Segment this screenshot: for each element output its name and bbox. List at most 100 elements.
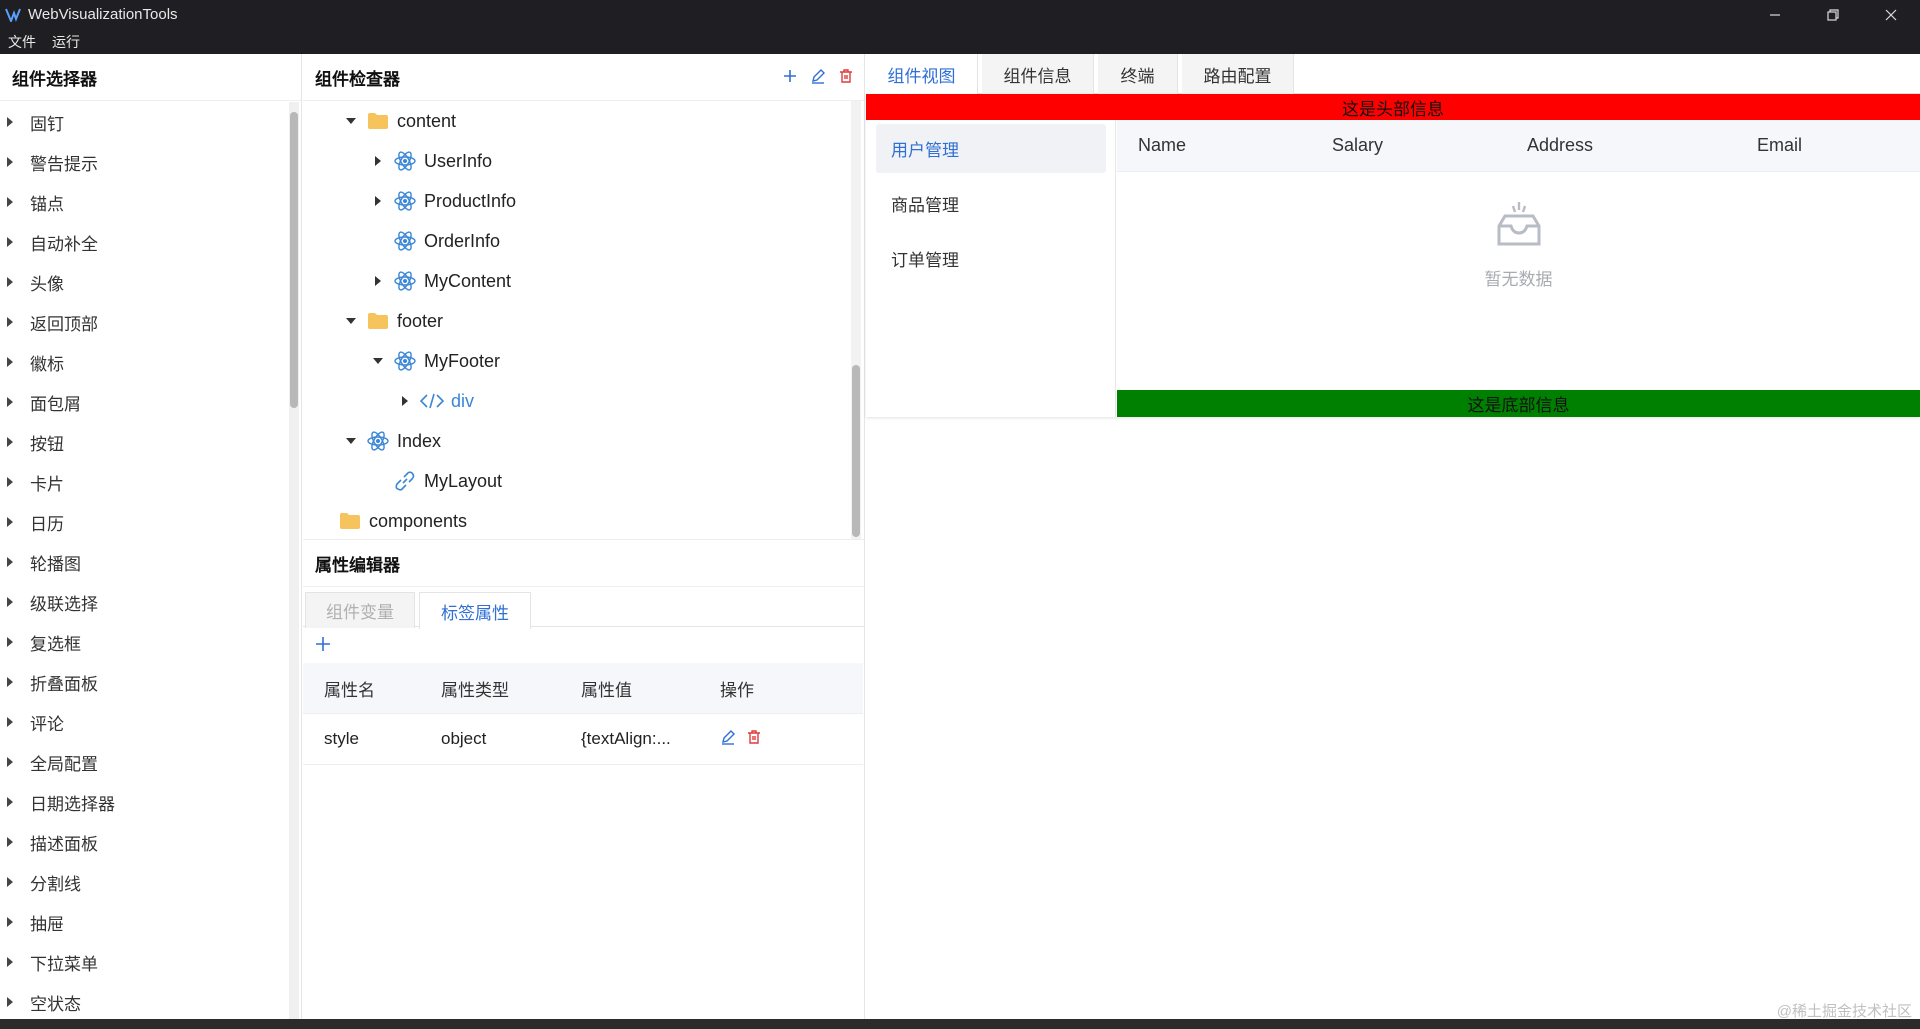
attribute-table-header: 属性名 属性类型 属性值 操作: [303, 663, 863, 714]
component-list-item-label: 徽标: [30, 354, 64, 374]
menu-item-order-management[interactable]: 订单管理: [876, 234, 1106, 283]
component-list-item[interactable]: 固钉: [0, 102, 290, 142]
caret-right-icon[interactable]: [393, 396, 417, 406]
caret-right-icon[interactable]: [366, 196, 390, 206]
tree-node-label: MyLayout: [424, 470, 503, 491]
component-list-item[interactable]: 评论: [0, 702, 290, 742]
component-list-item[interactable]: 复选框: [0, 622, 290, 662]
component-list-item-label: 日期选择器: [30, 794, 115, 814]
tree-node[interactable]: OrderInfo: [366, 221, 500, 261]
caret-down-icon[interactable]: [366, 358, 390, 364]
app-logo-icon: [2, 0, 24, 29]
tree-node[interactable]: MyLayout: [366, 461, 502, 501]
caret-right-icon: [0, 317, 30, 327]
caret-right-icon: [0, 837, 30, 847]
component-list-item[interactable]: 返回顶部: [0, 302, 290, 342]
left-scrollbar[interactable]: [289, 102, 299, 1022]
edit-icon[interactable]: [720, 729, 736, 750]
attribute-table: 属性名 属性类型 属性值 操作 style object {textAlign:…: [303, 663, 863, 765]
empty-state-text: 暂无数据: [1484, 270, 1553, 289]
tree-node[interactable]: div: [393, 381, 474, 421]
restore-button[interactable]: [1804, 0, 1862, 29]
component-list-item[interactable]: 级联选择: [0, 582, 290, 622]
component-list-item-label: 返回顶部: [30, 314, 98, 334]
delete-icon[interactable]: [838, 68, 854, 89]
component-list-item[interactable]: 日期选择器: [0, 782, 290, 822]
component-list-item[interactable]: 按钮: [0, 422, 290, 462]
tab-component-info[interactable]: 组件信息: [982, 54, 1094, 94]
edit-icon[interactable]: [810, 68, 826, 89]
component-list-item[interactable]: 抽屉: [0, 902, 290, 942]
title-bar: WebVisualizationTools: [0, 0, 1920, 29]
tree-node[interactable]: Index: [339, 421, 441, 461]
component-list-item-label: 头像: [30, 274, 64, 294]
caret-right-icon[interactable]: [366, 156, 390, 166]
menu-file[interactable]: 文件: [0, 32, 44, 52]
component-list-item[interactable]: 徽标: [0, 342, 290, 382]
component-list-item[interactable]: 面包屑: [0, 382, 290, 422]
component-list-item[interactable]: 全局配置: [0, 742, 290, 782]
react-component-icon: [363, 429, 393, 453]
tree-node-label: components: [369, 510, 468, 531]
component-preview: 这是头部信息 用户管理 商品管理 订单管理 Name Salary Addres…: [866, 94, 1920, 417]
tree-scrollbar[interactable]: [851, 101, 861, 539]
minimize-button[interactable]: [1746, 0, 1804, 29]
component-list-item-label: 轮播图: [30, 554, 81, 574]
inspector-title: 组件检查器: [315, 69, 400, 89]
component-list-item-label: 按钮: [30, 434, 64, 454]
caret-right-icon: [0, 157, 30, 167]
component-list-item[interactable]: 轮播图: [0, 542, 290, 582]
tree-node[interactable]: MyContent: [366, 261, 511, 301]
tree-node[interactable]: components: [311, 501, 467, 539]
col-attr-type: 属性类型: [441, 680, 509, 700]
caret-right-icon: [0, 797, 30, 807]
caret-down-icon[interactable]: [339, 318, 363, 324]
component-list-item[interactable]: 分割线: [0, 862, 290, 902]
caret-right-icon: [0, 517, 30, 527]
component-list-item-label: 下拉菜单: [30, 954, 98, 974]
add-attribute-icon[interactable]: [311, 632, 335, 656]
empty-inbox-icon: [1491, 200, 1547, 257]
tree-node[interactable]: UserInfo: [366, 141, 492, 181]
tree-node[interactable]: MyFooter: [366, 341, 500, 381]
component-list-item[interactable]: 头像: [0, 262, 290, 302]
component-list-item[interactable]: 空状态: [0, 982, 290, 1022]
add-icon[interactable]: [782, 68, 798, 89]
tab-tag-attributes[interactable]: 标签属性: [419, 592, 531, 629]
caret-right-icon[interactable]: [366, 276, 390, 286]
close-button[interactable]: [1862, 0, 1920, 29]
menu-item-user-management[interactable]: 用户管理: [876, 124, 1106, 173]
tree-node[interactable]: ProductInfo: [366, 181, 516, 221]
left-scrollbar-thumb[interactable]: [290, 112, 298, 408]
taskbar-strip: [0, 1019, 1920, 1029]
col-actions: 操作: [720, 680, 754, 700]
component-list: 固钉 警告提示 锚点 自动补全头像返回顶部徽标面包屑按钮卡片 日历轮播图级联选择 复选框折…: [0, 102, 290, 1022]
tab-component-view[interactable]: 组件视图: [866, 54, 978, 94]
component-list-item-label: 分割线: [30, 874, 81, 894]
caret-down-icon[interactable]: [339, 438, 363, 444]
tree-node[interactable]: content: [339, 101, 456, 141]
component-list-item[interactable]: 描述面板: [0, 822, 290, 862]
component-list-item[interactable]: 日历: [0, 502, 290, 542]
folder-icon: [363, 112, 393, 130]
table-row[interactable]: style object {textAlign:...: [303, 714, 863, 765]
component-list-item[interactable]: 警告提示: [0, 142, 290, 182]
tab-route-config[interactable]: 路由配置: [1182, 54, 1294, 94]
tree-node[interactable]: footer: [339, 301, 443, 341]
caret-right-icon: [0, 877, 30, 887]
menu-run[interactable]: 运行: [44, 32, 88, 52]
component-list-item[interactable]: 下拉菜单: [0, 942, 290, 982]
tab-component-variables[interactable]: 组件变量: [305, 592, 415, 628]
component-list-item[interactable]: 自动补全: [0, 222, 290, 262]
tree-scrollbar-thumb[interactable]: [852, 365, 860, 537]
delete-icon[interactable]: [746, 729, 762, 750]
component-selector-panel: 组件选择器 固钉 警告提示 锚点 自动补全 头像 返回顶部 徽标 面包屑 按钮 卡片 日历 轮播图 级联…: [0, 54, 302, 1022]
tab-terminal[interactable]: 终端: [1098, 54, 1178, 94]
component-list-item[interactable]: 锚点: [0, 182, 290, 222]
component-list-item-label: 折叠面板: [30, 674, 98, 694]
component-list-item[interactable]: 折叠面板: [0, 662, 290, 702]
component-list-item[interactable]: 卡片: [0, 462, 290, 502]
caret-down-icon[interactable]: [339, 118, 363, 124]
menu-item-product-management[interactable]: 商品管理: [876, 179, 1106, 228]
caret-right-icon: [0, 117, 30, 127]
